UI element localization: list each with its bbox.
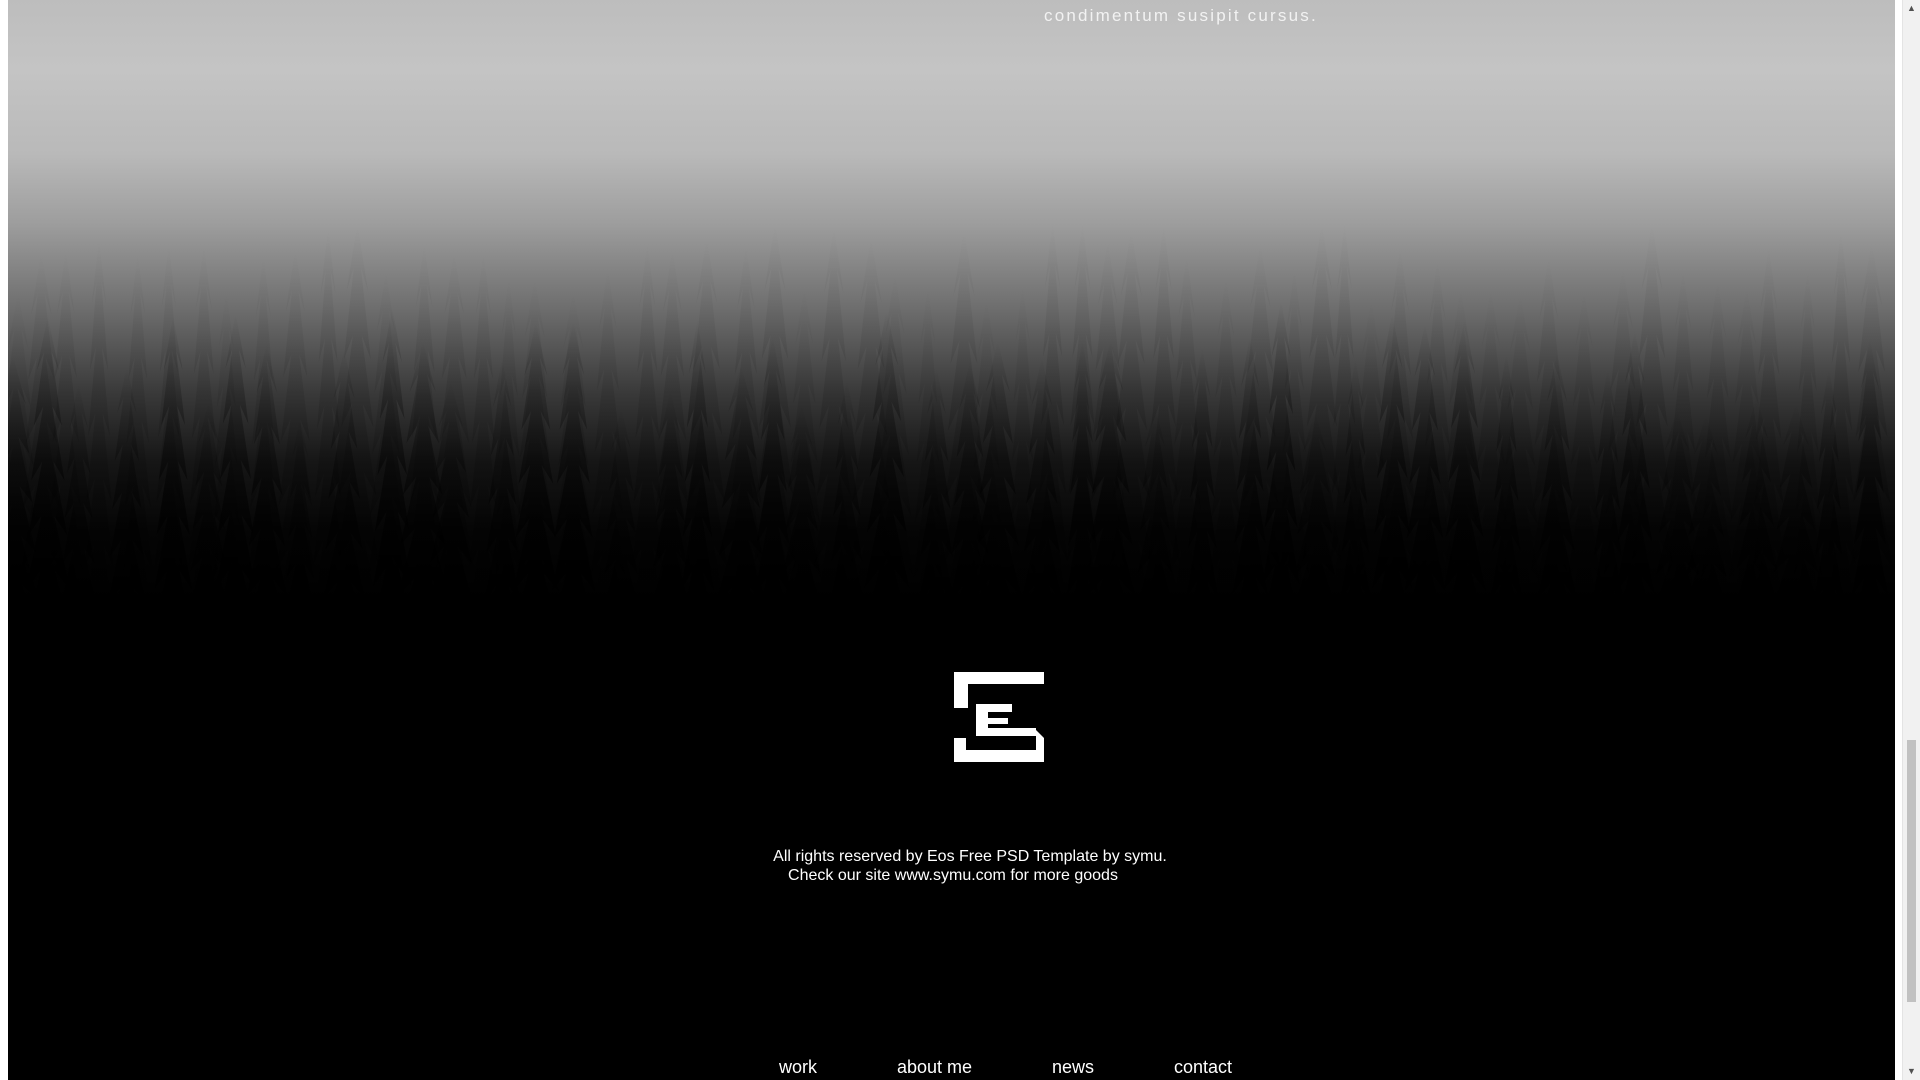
- copyright-line-2: Check our site www.symu.com for more goo…: [788, 867, 1118, 884]
- scrollbar-thumb[interactable]: [1907, 740, 1916, 1002]
- nav-link-news[interactable]: news: [1052, 1057, 1094, 1078]
- scroll-down-arrow-icon[interactable]: ▼: [1903, 1063, 1920, 1080]
- copyright-notice: All rights reserved by Eos Free PSD Temp…: [8, 847, 1895, 885]
- eos-logo-icon: [954, 672, 1044, 762]
- foggy-forest-image: [8, 220, 1895, 700]
- vertical-scrollbar[interactable]: ▲ ▼: [1902, 0, 1920, 1080]
- copyright-line-1: All rights reserved by Eos Free PSD Temp…: [773, 848, 1167, 865]
- nav-link-contact[interactable]: contact: [1174, 1057, 1232, 1078]
- hero-section: condimentum susipit cursus.: [8, 0, 1895, 700]
- page: condimentum susipit cursus. All rights r…: [8, 0, 1895, 1080]
- scroll-up-arrow-icon[interactable]: ▲: [1903, 0, 1920, 17]
- nav-link-about-me[interactable]: about me: [897, 1057, 972, 1078]
- footer-nav: work about me news contact: [8, 1057, 1895, 1080]
- hero-caption: condimentum susipit cursus.: [1044, 6, 1318, 25]
- nav-link-work[interactable]: work: [779, 1057, 817, 1078]
